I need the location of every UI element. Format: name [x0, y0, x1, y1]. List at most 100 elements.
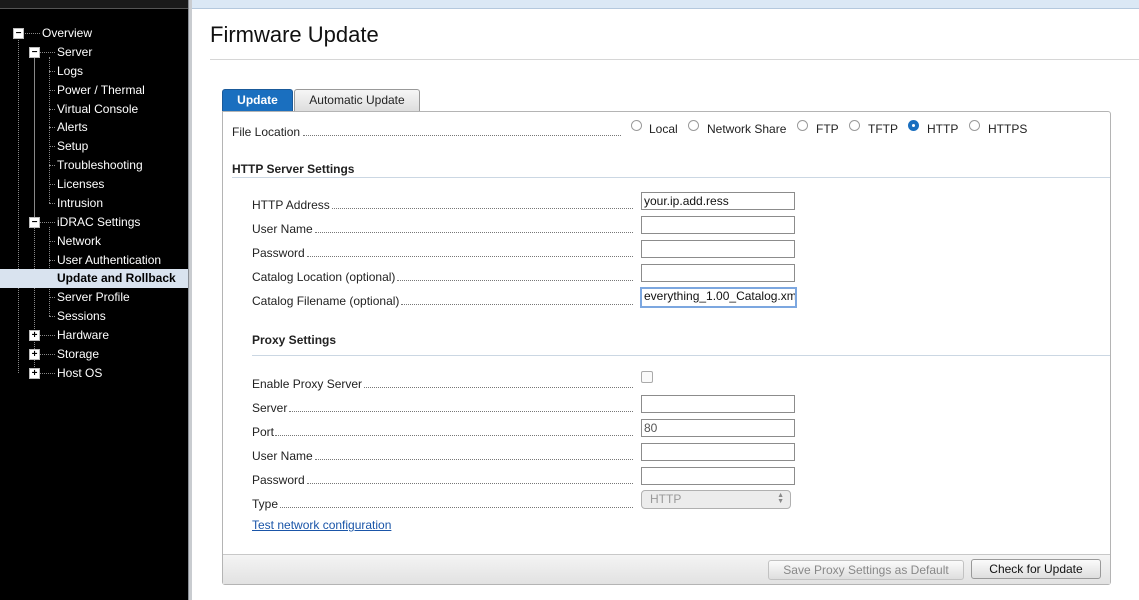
tree-item-label: iDRAC Settings: [57, 215, 141, 229]
tree-item-label: Overview: [42, 26, 93, 40]
section-divider: [232, 177, 1110, 178]
tree-item-update-and-rollback[interactable]: Update and Rollback: [0, 269, 188, 288]
check-for-update-button[interactable]: Check for Update: [971, 559, 1101, 579]
http-username-label: User Name: [252, 222, 313, 236]
collapse-icon[interactable]: −: [29, 217, 40, 228]
tree-item-label: Sessions: [57, 309, 106, 323]
proxy-server-input[interactable]: [641, 395, 795, 413]
radio-local-label[interactable]: Local: [649, 122, 678, 136]
tree-item-label: Alerts: [57, 120, 88, 134]
tree-item-label: Network: [57, 234, 102, 248]
catalog-filename-label: Catalog Filename (optional): [252, 294, 400, 308]
file-location-label: File Location: [232, 125, 301, 139]
tree-item-virtual-console[interactable]: Virtual Console: [0, 100, 188, 119]
proxy-port-label: Port: [252, 425, 275, 439]
save-proxy-default-button[interactable]: Save Proxy Settings as Default: [768, 560, 964, 580]
tree-item-network[interactable]: Network: [0, 232, 188, 251]
enable-proxy-checkbox[interactable]: [641, 371, 653, 383]
leader-dots: [315, 459, 633, 460]
http-username-input[interactable]: [641, 216, 795, 234]
radio-http[interactable]: [908, 120, 919, 131]
sidebar-top-strip: [0, 0, 188, 9]
radio-tftp[interactable]: [849, 120, 860, 131]
enable-proxy-label: Enable Proxy Server: [252, 377, 363, 391]
leader-dots: [364, 387, 633, 388]
proxy-type-label: Type: [252, 497, 279, 511]
tree-item-alerts[interactable]: Alerts: [0, 118, 188, 137]
tree-item-label: Server Profile: [57, 290, 130, 304]
radio-network-share-label[interactable]: Network Share: [707, 122, 786, 136]
tree-item-licenses[interactable]: Licenses: [0, 175, 188, 194]
panel-footer: Save Proxy Settings as Default Check for…: [223, 554, 1110, 584]
radio-network-share[interactable]: [688, 120, 699, 131]
section-divider: [252, 355, 1110, 356]
leader-dots: [303, 135, 621, 136]
http-address-input[interactable]: your.ip.add.ress: [641, 192, 795, 210]
leader-dots: [401, 304, 633, 305]
tree-item-label: Setup: [57, 139, 89, 153]
tab-update[interactable]: Update: [222, 89, 293, 112]
leader-dots: [307, 483, 633, 484]
tree-item-overview[interactable]: Overview: [0, 24, 188, 43]
radio-ftp-label[interactable]: FTP: [816, 122, 839, 136]
http-password-input[interactable]: [641, 240, 795, 258]
expand-icon[interactable]: +: [29, 368, 40, 379]
tab-automatic-update[interactable]: Automatic Update: [294, 89, 420, 112]
tree-item-label: Host OS: [57, 366, 103, 380]
http-settings-heading: HTTP Server Settings: [232, 162, 355, 176]
test-network-link[interactable]: Test network configuration: [252, 518, 391, 532]
http-address-label: HTTP Address: [252, 198, 330, 212]
radio-tftp-label[interactable]: TFTP: [868, 122, 898, 136]
tree-item-power-thermal[interactable]: Power / Thermal: [0, 81, 188, 100]
leader-dots: [315, 232, 633, 233]
proxy-username-input[interactable]: [641, 443, 795, 461]
tree-item-server-profile[interactable]: Server Profile: [0, 288, 188, 307]
tree-item-label: Server: [57, 45, 93, 59]
collapse-icon[interactable]: −: [29, 47, 40, 58]
leader-dots: [397, 280, 633, 281]
tree-item-label: Licenses: [57, 177, 105, 191]
tree-item-label: Update and Rollback: [57, 271, 176, 285]
page-title: Firmware Update: [210, 22, 379, 47]
radio-ftp[interactable]: [797, 120, 808, 131]
tree-item-setup[interactable]: Setup: [0, 137, 188, 156]
leader-dots: [275, 435, 633, 436]
tree-item-sessions[interactable]: Sessions: [0, 307, 188, 326]
tree-item-label: Intrusion: [57, 196, 104, 210]
radio-https-label[interactable]: HTTPS: [988, 122, 1027, 136]
tree-item-intrusion[interactable]: Intrusion: [0, 194, 188, 213]
tree-item-troubleshooting[interactable]: Troubleshooting: [0, 156, 188, 175]
tree-item-logs[interactable]: Logs: [0, 62, 188, 81]
proxy-port-input[interactable]: 80: [641, 419, 795, 437]
tree-item-label: Power / Thermal: [57, 83, 145, 97]
tree-item-label: Logs: [57, 64, 84, 78]
tree-item-label: Hardware: [57, 328, 110, 342]
tree-item-label: Troubleshooting: [57, 158, 143, 172]
sidebar-tree: Overview − Server − Logs Power / Thermal…: [0, 0, 188, 600]
radio-http-label[interactable]: HTTP: [927, 122, 958, 136]
collapse-icon[interactable]: −: [13, 28, 24, 39]
proxy-server-label: Server: [252, 401, 288, 415]
proxy-password-input[interactable]: [641, 467, 795, 485]
http-password-label: Password: [252, 246, 305, 260]
tree-item-label: User Authentication: [57, 253, 162, 267]
catalog-filename-input[interactable]: everything_1.00_Catalog.xml: [640, 287, 797, 308]
expand-icon[interactable]: +: [29, 349, 40, 360]
expand-icon[interactable]: +: [29, 330, 40, 341]
leader-dots: [332, 208, 633, 209]
proxy-type-select[interactable]: HTTP ▲ ▼: [641, 490, 791, 509]
tree-item-user-authentication[interactable]: User Authentication: [0, 251, 188, 270]
select-arrows-icon: ▲ ▼: [777, 492, 784, 505]
proxy-password-label: Password: [252, 473, 305, 487]
proxy-type-value: HTTP: [650, 492, 682, 506]
catalog-location-input[interactable]: [641, 264, 795, 282]
main-content: Firmware Update Update Automatic Update …: [192, 0, 1139, 600]
leader-dots: [289, 411, 633, 412]
tree-item-label: Virtual Console: [57, 102, 139, 116]
radio-https[interactable]: [969, 120, 980, 131]
leader-dots: [307, 256, 633, 257]
proxy-settings-heading: Proxy Settings: [252, 333, 337, 347]
leader-dots: [280, 507, 633, 508]
update-panel: File Location Local Network Share FTP TF…: [222, 111, 1111, 585]
radio-local[interactable]: [631, 120, 642, 131]
